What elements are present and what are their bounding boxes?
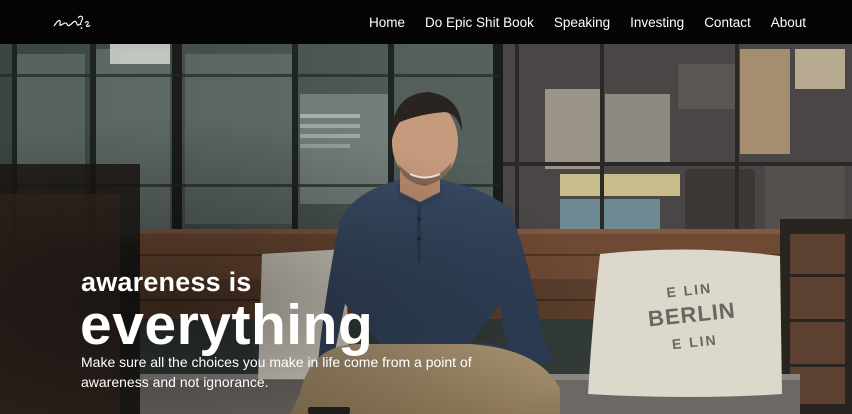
page: Home Do Epic Shit Book Speaking Investin…: [0, 0, 852, 414]
nav-investing-link[interactable]: Investing: [630, 15, 684, 30]
nav-about-link[interactable]: About: [771, 15, 806, 30]
nav-speaking-link[interactable]: Speaking: [554, 15, 610, 30]
nav-contact-link[interactable]: Contact: [704, 15, 751, 30]
main-menu: Home Do Epic Shit Book Speaking Investin…: [349, 0, 806, 44]
nav-home-link[interactable]: Home: [369, 15, 405, 30]
hero-headline-main: everything: [80, 293, 374, 357]
top-navbar: Home Do Epic Shit Book Speaking Investin…: [0, 0, 852, 44]
signature-logo[interactable]: [52, 12, 92, 34]
hero-subtext: Make sure all the choices you make in li…: [81, 354, 472, 390]
pillow-print: E LIN BERLIN E LIN: [634, 276, 751, 355]
nav-book-link[interactable]: Do Epic Shit Book: [425, 15, 534, 30]
hero-section: E LIN BERLIN E LIN awareness is everythi…: [0, 44, 852, 414]
